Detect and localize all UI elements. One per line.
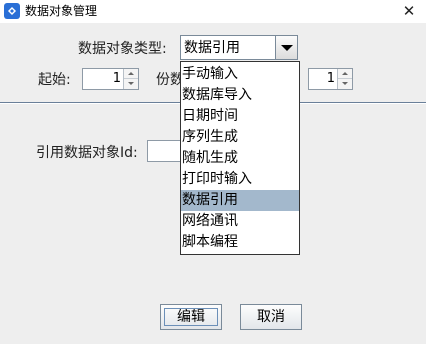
- dropdown-option[interactable]: 数据库导入: [181, 85, 299, 106]
- start-increment-button[interactable]: [124, 69, 138, 79]
- dropdown-option[interactable]: 随机生成: [181, 148, 299, 169]
- dropdown-option-selected[interactable]: 数据引用: [181, 190, 299, 211]
- focus-ring: [164, 308, 218, 326]
- start-spinner[interactable]: 1: [82, 68, 139, 90]
- cancel-button-label: 取消: [257, 309, 285, 325]
- start-spinner-buttons: [123, 69, 138, 89]
- copies-value: 1: [326, 71, 335, 86]
- close-icon[interactable]: ✕: [392, 0, 426, 23]
- dropdown-option[interactable]: 手动输入: [181, 64, 299, 85]
- cancel-button[interactable]: 取消: [240, 304, 302, 330]
- dropdown-option[interactable]: 网络通讯: [181, 211, 299, 232]
- window-title: 数据对象管理: [25, 4, 98, 18]
- edit-button[interactable]: 编辑: [160, 304, 222, 330]
- chevron-down-icon: [281, 45, 293, 51]
- copies-decrement-button[interactable]: [338, 79, 352, 89]
- start-value: 1: [112, 71, 121, 86]
- start-label: 起始:: [38, 72, 71, 88]
- type-dropdown-list: 手动输入 数据库导入 日期时间 序列生成 随机生成 打印时输入 数据引用 网络通…: [180, 61, 300, 255]
- type-label: 数据对象类型:: [78, 41, 167, 57]
- start-decrement-button[interactable]: [124, 79, 138, 89]
- copies-spinner[interactable]: 1: [308, 68, 353, 90]
- dropdown-option[interactable]: 日期时间: [181, 106, 299, 127]
- dropdown-option[interactable]: 脚本编程: [181, 232, 299, 253]
- app-icon: [4, 3, 20, 19]
- copies-increment-button[interactable]: [338, 69, 352, 79]
- arrow-down-icon: [128, 82, 134, 85]
- dropdown-option[interactable]: 序列生成: [181, 127, 299, 148]
- title-bar: 数据对象管理 ✕: [0, 0, 426, 23]
- ref-id-label: 引用数据对象Id:: [36, 145, 138, 161]
- arrow-down-icon: [342, 82, 348, 85]
- arrow-up-icon: [342, 72, 348, 75]
- type-combobox-button[interactable]: [275, 36, 297, 59]
- arrow-up-icon: [128, 72, 134, 75]
- copies-spinner-buttons: [337, 69, 352, 89]
- type-combobox-value: 数据引用: [184, 40, 240, 56]
- dropdown-option[interactable]: 打印时输入: [181, 169, 299, 190]
- type-combobox[interactable]: 数据引用: [180, 35, 298, 60]
